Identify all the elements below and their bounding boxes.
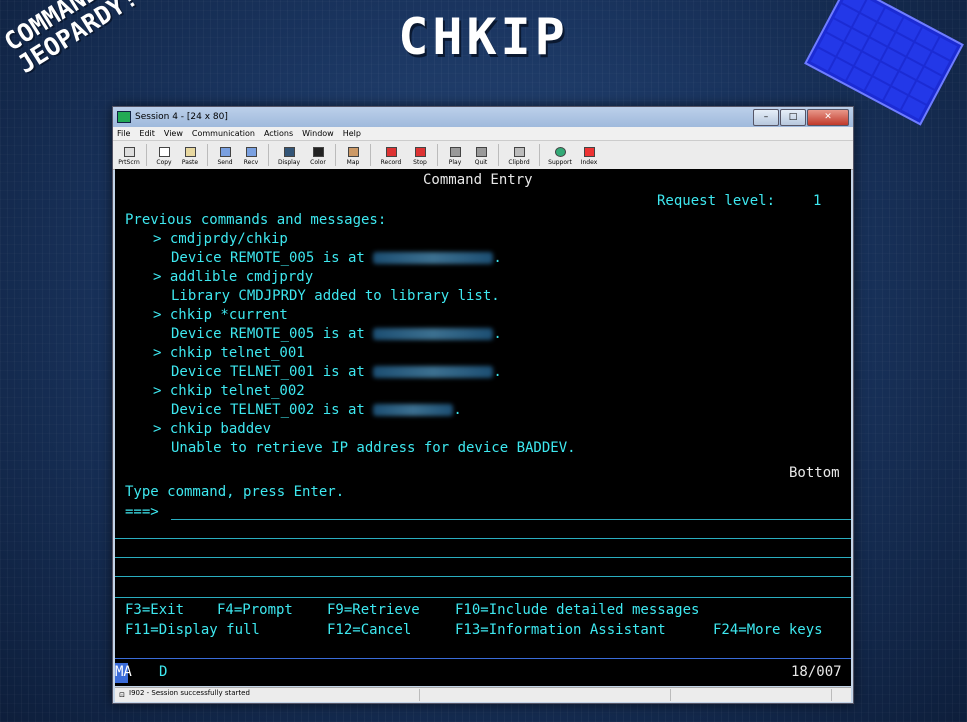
message-line: Device REMOTE_005 is at . [171,326,502,342]
quit-icon [475,147,487,157]
status-indicator-block: MA [115,663,132,683]
previous-commands-label: Previous commands and messages: [125,212,387,228]
receive-icon [245,147,257,157]
recv-button[interactable]: Recv [239,143,263,167]
session-icon [117,111,131,123]
command-line: > cmdjprdy/chkip [153,231,288,247]
session-status-icon: ⊡ [119,691,125,699]
clipbrd-button[interactable]: Clipbrd [504,143,534,167]
status-mode: D [159,664,168,680]
window-titlebar[interactable]: Session 4 - [24 x 80] – □ ✕ [113,107,853,127]
message-line: Unable to retrieve IP address for device… [171,440,576,456]
command-line: > addlible cmdjprdy [153,269,314,285]
menu-bar: File Edit View Communication Actions Win… [113,127,853,141]
menu-edit[interactable]: Edit [139,129,155,138]
cursor-position: 18/007 [791,664,842,680]
status-separator [115,658,851,659]
display-button[interactable]: Display [274,143,304,167]
command-line: > chkip *current [153,307,288,323]
request-level-value: 1 [813,193,822,209]
paste-button[interactable]: Paste [178,143,202,167]
prtscrn-button[interactable]: PrtScrn [117,143,141,167]
print-screen-icon [123,147,135,157]
index-button[interactable]: Index [577,143,601,167]
redacted-ip [373,366,494,378]
play-button[interactable]: Play [443,143,467,167]
command-input-field[interactable] [171,519,851,520]
paste-icon [184,147,196,157]
fkey-f4[interactable]: F4=Prompt [217,601,293,621]
bottom-indicator: Bottom [789,465,840,481]
close-button[interactable]: ✕ [807,109,849,126]
menu-help[interactable]: Help [343,129,361,138]
stop-button[interactable]: Stop [408,143,432,167]
fkey-f13[interactable]: F13=Information Assistant [455,621,666,641]
fkey-f9[interactable]: F9=Retrieve [327,601,420,621]
terminal-screen[interactable]: Command Entry Request level: 1 Previous … [115,169,851,686]
terminal-window: Session 4 - [24 x 80] – □ ✕ File Edit Vi… [112,106,854,704]
fkey-f3[interactable]: F3=Exit [125,601,184,621]
quit-button[interactable]: Quit [469,143,493,167]
prompt-text: Type command, press Enter. [125,484,345,500]
screen-header: Command Entry [423,172,533,188]
redacted-ip [373,404,454,416]
stop-icon [414,147,426,157]
fkey-f24[interactable]: F24=More keys [713,621,823,641]
status-field-2 [420,689,671,701]
command-input-field-line4[interactable] [115,576,851,577]
color-icon [312,147,324,157]
support-globe-icon [554,147,566,157]
operator-status: MA [115,663,132,683]
color-button[interactable]: Color [306,143,330,167]
send-icon [219,147,231,157]
command-line: > chkip telnet_001 [153,345,305,361]
status-bar: ⊡ I902 - Session successfully started [115,687,851,702]
send-button[interactable]: Send [213,143,237,167]
index-icon [583,147,595,157]
toolbar: PrtScrn Copy Paste Send Recv Display Col… [113,141,853,170]
redacted-ip [373,328,494,340]
minimize-button[interactable]: – [753,109,779,126]
support-button[interactable]: Support [545,143,575,167]
menu-view[interactable]: View [164,129,183,138]
copy-icon [158,147,170,157]
menu-communication[interactable]: Communication [192,129,255,138]
command-arrow: ===> [125,504,159,520]
message-line: Library CMDJPRDY added to library list. [171,288,500,304]
menu-window[interactable]: Window [302,129,334,138]
message-line: Device TELNET_002 is at . [171,402,462,418]
window-title: Session 4 - [24 x 80] [135,112,228,122]
command-input-field-line3[interactable] [115,557,851,558]
status-field-3 [671,689,832,701]
map-icon [347,147,359,157]
copy-button[interactable]: Copy [152,143,176,167]
menu-actions[interactable]: Actions [264,129,293,138]
message-line: Device REMOTE_005 is at . [171,250,502,266]
play-icon [449,147,461,157]
maximize-button[interactable]: □ [780,109,806,126]
fkey-f12[interactable]: F12=Cancel [327,621,411,641]
fkey-f11[interactable]: F11=Display full [125,621,260,641]
menu-file[interactable]: File [117,129,130,138]
record-icon [385,147,397,157]
clipboard-icon [513,147,525,157]
record-button[interactable]: Record [376,143,406,167]
fkey-f10[interactable]: F10=Include detailed messages [455,601,699,621]
status-message: I902 - Session successfully started [129,689,420,701]
redacted-ip [373,252,494,264]
command-line: > chkip telnet_002 [153,383,305,399]
command-line: > chkip baddev [153,421,272,437]
message-line: Device TELNET_001 is at . [171,364,502,380]
map-button[interactable]: Map [341,143,365,167]
request-level-label: Request level: [657,193,776,209]
command-input-field-line2[interactable] [115,538,851,539]
function-key-separator [115,597,851,598]
display-icon [283,147,295,157]
